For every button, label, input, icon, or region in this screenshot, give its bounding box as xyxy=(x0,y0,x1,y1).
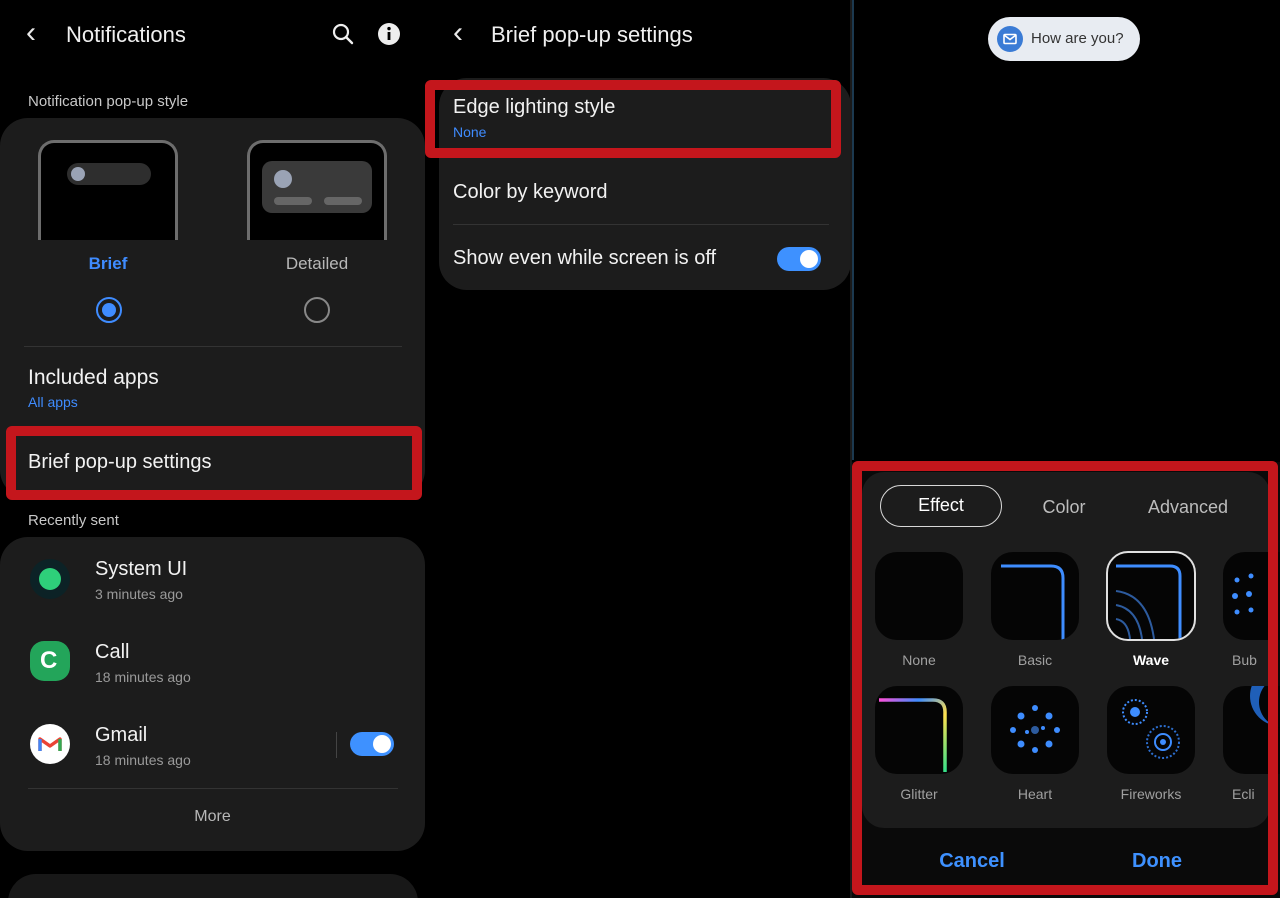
popup-style-label: Notification pop-up style xyxy=(28,93,189,110)
notification-text: How are you? xyxy=(1031,30,1124,47)
page-title: Brief pop-up settings xyxy=(491,22,693,47)
page-title: Notifications xyxy=(66,22,186,47)
show-screen-off-toggle[interactable] xyxy=(777,247,821,271)
show-screen-off-label: Show even while screen is off xyxy=(453,247,717,269)
info-icon[interactable] xyxy=(377,22,401,46)
included-apps-title[interactable]: Included apps xyxy=(28,366,159,390)
vertical-divider xyxy=(336,732,337,758)
recently-sent-label: Recently sent xyxy=(28,512,119,529)
message-icon xyxy=(997,26,1023,52)
app-name[interactable]: Gmail xyxy=(95,724,147,747)
detailed-preview[interactable] xyxy=(247,140,387,240)
edge-lighting-panel: How are you? Effect Color Advanced None … xyxy=(852,0,1280,898)
divider xyxy=(28,788,398,789)
notification-pill[interactable]: How are you? xyxy=(988,17,1140,61)
edge-glow xyxy=(852,0,854,460)
edge-lighting-title[interactable]: Edge lighting style xyxy=(453,96,615,119)
brief-popup-panel: ‹ Brief pop-up settings Edge lighting st… xyxy=(425,0,850,898)
app-name[interactable]: Call xyxy=(95,641,129,664)
detailed-radio[interactable] xyxy=(304,297,330,323)
brief-option-label: Brief xyxy=(88,254,128,273)
call-icon: C xyxy=(30,641,70,681)
app-time: 18 minutes ago xyxy=(95,669,191,685)
next-card xyxy=(8,874,418,898)
included-apps-value: All apps xyxy=(28,394,78,410)
brief-popup-settings-item[interactable]: Brief pop-up settings xyxy=(28,451,211,474)
app-time: 3 minutes ago xyxy=(95,586,183,602)
gmail-toggle[interactable] xyxy=(350,732,394,756)
system-ui-icon xyxy=(30,559,70,599)
search-icon[interactable] xyxy=(331,22,355,46)
app-time: 18 minutes ago xyxy=(95,752,191,768)
edge-lighting-value: None xyxy=(453,124,487,140)
notifications-panel: ‹ Notifications Notification pop-up styl… xyxy=(0,0,425,898)
detailed-option-label: Detailed xyxy=(285,254,349,273)
divider xyxy=(453,224,829,225)
back-arrow-icon[interactable]: ‹ xyxy=(26,18,36,48)
more-button[interactable]: More xyxy=(0,808,425,826)
brief-preview[interactable] xyxy=(38,140,178,240)
color-by-keyword-item[interactable]: Color by keyword xyxy=(453,181,608,204)
brief-radio[interactable] xyxy=(96,297,122,323)
app-name[interactable]: System UI xyxy=(95,558,187,581)
highlight-box xyxy=(425,80,841,158)
back-arrow-icon[interactable]: ‹ xyxy=(453,18,463,48)
highlight-box xyxy=(852,461,1278,895)
gmail-icon xyxy=(30,724,70,764)
divider xyxy=(24,346,402,347)
